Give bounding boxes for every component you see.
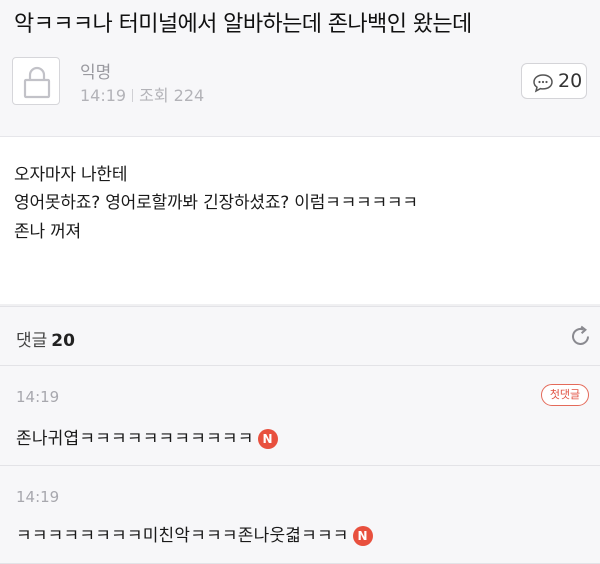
refresh-button[interactable] bbox=[568, 324, 594, 350]
comment-time: 14:19 bbox=[16, 388, 60, 406]
body-line: 존나 꺼져 bbox=[14, 222, 81, 242]
meta-divider bbox=[132, 89, 134, 102]
post-meta: 14:19 조회 224 bbox=[80, 82, 204, 106]
refresh-icon bbox=[572, 325, 589, 345]
anonymous-lock-icon bbox=[23, 66, 51, 99]
post-time: 14:19 bbox=[80, 86, 127, 105]
author-name: 익명 bbox=[80, 63, 112, 83]
comments-title: 댓글 20 bbox=[16, 326, 75, 351]
views-label: 조회 bbox=[139, 86, 169, 105]
author-avatar bbox=[12, 57, 60, 105]
new-badge-icon: N bbox=[257, 429, 278, 449]
comment-count-button[interactable]: 20 bbox=[521, 63, 587, 99]
comment-text: 존나귀엽ㅋㅋㅋㅋㅋㅋㅋㅋㅋㅋㅋ bbox=[16, 429, 254, 449]
comment-time: 14:19 bbox=[16, 488, 60, 506]
comments-label: 댓글 bbox=[16, 331, 48, 351]
comment-item: 14:19 첫댓글 존나귀엽ㅋㅋㅋㅋㅋㅋㅋㅋㅋㅋㅋ N bbox=[0, 366, 600, 466]
first-comment-badge: 첫댓글 bbox=[541, 384, 589, 406]
post-body: 오자마자 나한테 영어못하죠? 영어로할까봐 긴장하셨죠? 이럼ㅋㅋㅋㅋㅋㅋ 존… bbox=[0, 136, 600, 304]
comments-header: 댓글 20 bbox=[0, 306, 600, 366]
body-line: 오자마자 나한테 bbox=[14, 165, 128, 185]
comment-count: 20 bbox=[558, 70, 583, 92]
comment-text-row: ㅋㅋㅋㅋㅋㅋㅋㅋ미친악ㅋㅋㅋ존나웃겳ㅋㅋㅋ N bbox=[16, 521, 373, 546]
post-title: 악ㅋㅋㅋ나 터미널에서 알바하는데 존나백인 왔는데 bbox=[14, 12, 472, 37]
body-line: 영어못하죠? 영어로할까봐 긴장하셨죠? 이럼ㅋㅋㅋㅋㅋㅋ bbox=[14, 193, 418, 213]
speech-bubble-icon bbox=[533, 74, 553, 93]
comment-text: ㅋㅋㅋㅋㅋㅋㅋㅋ미친악ㅋㅋㅋ존나웃겳ㅋㅋㅋ bbox=[16, 526, 349, 546]
comment-text-row: 존나귀엽ㅋㅋㅋㅋㅋㅋㅋㅋㅋㅋㅋ N bbox=[16, 424, 278, 449]
post-header: 악ㅋㅋㅋ나 터미널에서 알바하는데 존나백인 왔는데 익명 14:19 조회 22… bbox=[0, 0, 600, 136]
comments-total: 20 bbox=[51, 331, 75, 351]
comment-item: 14:19 ㅋㅋㅋㅋㅋㅋㅋㅋ미친악ㅋㅋㅋ존나웃겳ㅋㅋㅋ N bbox=[0, 466, 600, 564]
new-badge-icon: N bbox=[352, 526, 373, 546]
views-count: 224 bbox=[173, 86, 205, 105]
